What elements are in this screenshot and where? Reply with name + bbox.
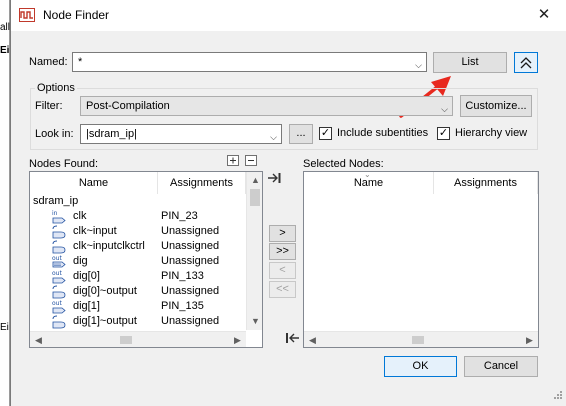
sort-indicator-icon: ⌄ <box>364 171 371 179</box>
background-text-fragment: all <box>0 22 11 33</box>
named-combobox[interactable]: * ⌵ <box>72 52 427 72</box>
vertical-scrollbar[interactable]: ▲ ▼ <box>246 172 262 330</box>
options-group-label: Options <box>35 82 77 94</box>
scroll-left-icon[interactable]: ◀ <box>30 332 47 347</box>
node-assignment: PIN_23 <box>161 210 198 222</box>
close-icon: ✕ <box>537 6 551 23</box>
collapse-options-button[interactable] <box>514 52 538 73</box>
node-name: dig[0] <box>73 270 100 282</box>
node-name: clk~inputclkctrl <box>73 240 145 252</box>
node-assignment: Unassigned <box>161 315 220 327</box>
resize-grip-icon[interactable] <box>551 390 563 402</box>
input-pin-icon: in <box>52 209 68 224</box>
include-subentities-checkbox[interactable]: ✓ <box>319 127 332 140</box>
column-header-name[interactable]: Name ⌄ <box>304 172 434 194</box>
node-finder-dialog: Node Finder ✕ Named: * ⌵ List Options Fi… <box>10 0 566 406</box>
include-subentities-label: Include subentities <box>337 127 429 139</box>
named-value: * <box>78 56 83 68</box>
list-button[interactable]: List <box>433 52 507 73</box>
scroll-thumb[interactable] <box>412 336 424 344</box>
scroll-down-icon[interactable]: ▼ <box>247 313 262 330</box>
title-bar: Node Finder ✕ <box>11 0 566 31</box>
column-header-assignments[interactable]: Assignments <box>434 172 538 194</box>
column-header-assignments[interactable]: Assignments <box>158 172 246 194</box>
scroll-right-icon[interactable]: ▶ <box>521 332 538 347</box>
node-name: clk~input <box>73 225 117 237</box>
node-name: dig[0]~output <box>73 285 137 297</box>
chevron-down-icon: ⌵ <box>270 132 277 142</box>
node-assignment: Unassigned <box>161 225 220 237</box>
selected-nodes-list[interactable]: Name ⌄ Assignments ◀ ▶ <box>303 171 539 348</box>
combinational-node-icon <box>52 239 68 254</box>
node-assignment: PIN_133 <box>161 270 204 282</box>
window-title: Node Finder <box>43 8 110 22</box>
horizontal-scrollbar[interactable]: ◀ ▶ <box>304 331 538 347</box>
output-pin-icon: out <box>52 269 68 284</box>
add-selected-button[interactable]: > <box>269 225 296 242</box>
remove-all-button[interactable]: << <box>269 281 296 298</box>
combinational-node-icon <box>52 284 68 299</box>
svg-text:in: in <box>52 210 58 217</box>
svg-text:out: out <box>52 255 62 262</box>
node-assignment: PIN_135 <box>161 300 204 312</box>
scroll-up-icon[interactable]: ▲ <box>247 172 262 189</box>
hierarchy-view-label: Hierarchy view <box>455 127 528 139</box>
combinational-node-icon <box>52 314 68 329</box>
filter-value: Post-Compilation <box>86 100 170 112</box>
chevron-down-icon: ⌵ <box>415 60 422 70</box>
lookin-combobox[interactable]: |sdram_ip| ⌵ <box>80 124 282 144</box>
svg-text:out: out <box>52 270 62 277</box>
column-header-name[interactable]: Name <box>30 172 158 194</box>
move-left-bar-icon[interactable] <box>284 331 300 345</box>
hierarchy-view-checkbox[interactable]: ✓ <box>437 127 450 140</box>
node-assignment: Unassigned <box>161 285 220 297</box>
scroll-thumb[interactable] <box>120 336 132 344</box>
scroll-right-icon[interactable]: ▶ <box>229 332 246 347</box>
output-pin-icon: out <box>52 299 68 314</box>
checkmark-icon: ✓ <box>438 127 449 139</box>
output-bus-icon: out <box>52 254 68 269</box>
close-button[interactable]: ✕ <box>527 2 561 28</box>
nodes-found-label: Nodes Found: <box>29 158 99 170</box>
expand-all-icon[interactable] <box>227 155 239 166</box>
horizontal-scrollbar[interactable]: ◀ ▶ <box>30 331 246 347</box>
node-assignment: Unassigned <box>161 255 220 267</box>
add-all-button[interactable]: >> <box>269 243 296 260</box>
lookin-label: Look in: <box>35 128 74 140</box>
ok-button[interactable]: OK <box>384 356 457 377</box>
move-right-bar-icon[interactable] <box>267 171 283 185</box>
scroll-thumb[interactable] <box>250 189 260 206</box>
chevron-down-icon: ⌵ <box>441 104 448 114</box>
customize-button[interactable]: Customize... <box>460 95 532 117</box>
background-app-strip: all Ei Ei <box>0 0 10 406</box>
named-label: Named: <box>29 56 68 68</box>
collapse-all-icon[interactable] <box>245 155 257 166</box>
browse-button[interactable]: ... <box>289 124 313 144</box>
svg-text:out: out <box>52 300 62 307</box>
background-text-fragment: Ei <box>0 45 10 56</box>
node-name: clk <box>73 210 87 222</box>
cancel-button[interactable]: Cancel <box>464 356 538 377</box>
node-name: dig[1] <box>73 300 100 312</box>
double-chevron-up-icon <box>520 57 532 69</box>
node-name: dig[1]~output <box>73 315 137 327</box>
node-finder-app-icon <box>19 8 35 22</box>
node-assignment: Unassigned <box>161 240 220 252</box>
lookin-value: |sdram_ip| <box>86 128 137 140</box>
nodes-found-list[interactable]: Name Assignments sdram_ip in clk PIN_23clk… <box>29 171 263 348</box>
filter-label: Filter: <box>35 100 63 112</box>
scroll-left-icon[interactable]: ◀ <box>304 332 321 347</box>
tree-root-label: sdram_ip <box>33 195 79 207</box>
background-text-fragment: Ei <box>0 322 9 333</box>
combinational-node-icon <box>52 224 68 239</box>
filter-dropdown[interactable]: Post-Compilation ⌵ <box>80 96 453 116</box>
selected-nodes-label: Selected Nodes: <box>303 158 384 170</box>
checkmark-icon: ✓ <box>320 127 331 139</box>
node-name: dig <box>73 255 88 267</box>
remove-selected-button[interactable]: < <box>269 262 296 279</box>
